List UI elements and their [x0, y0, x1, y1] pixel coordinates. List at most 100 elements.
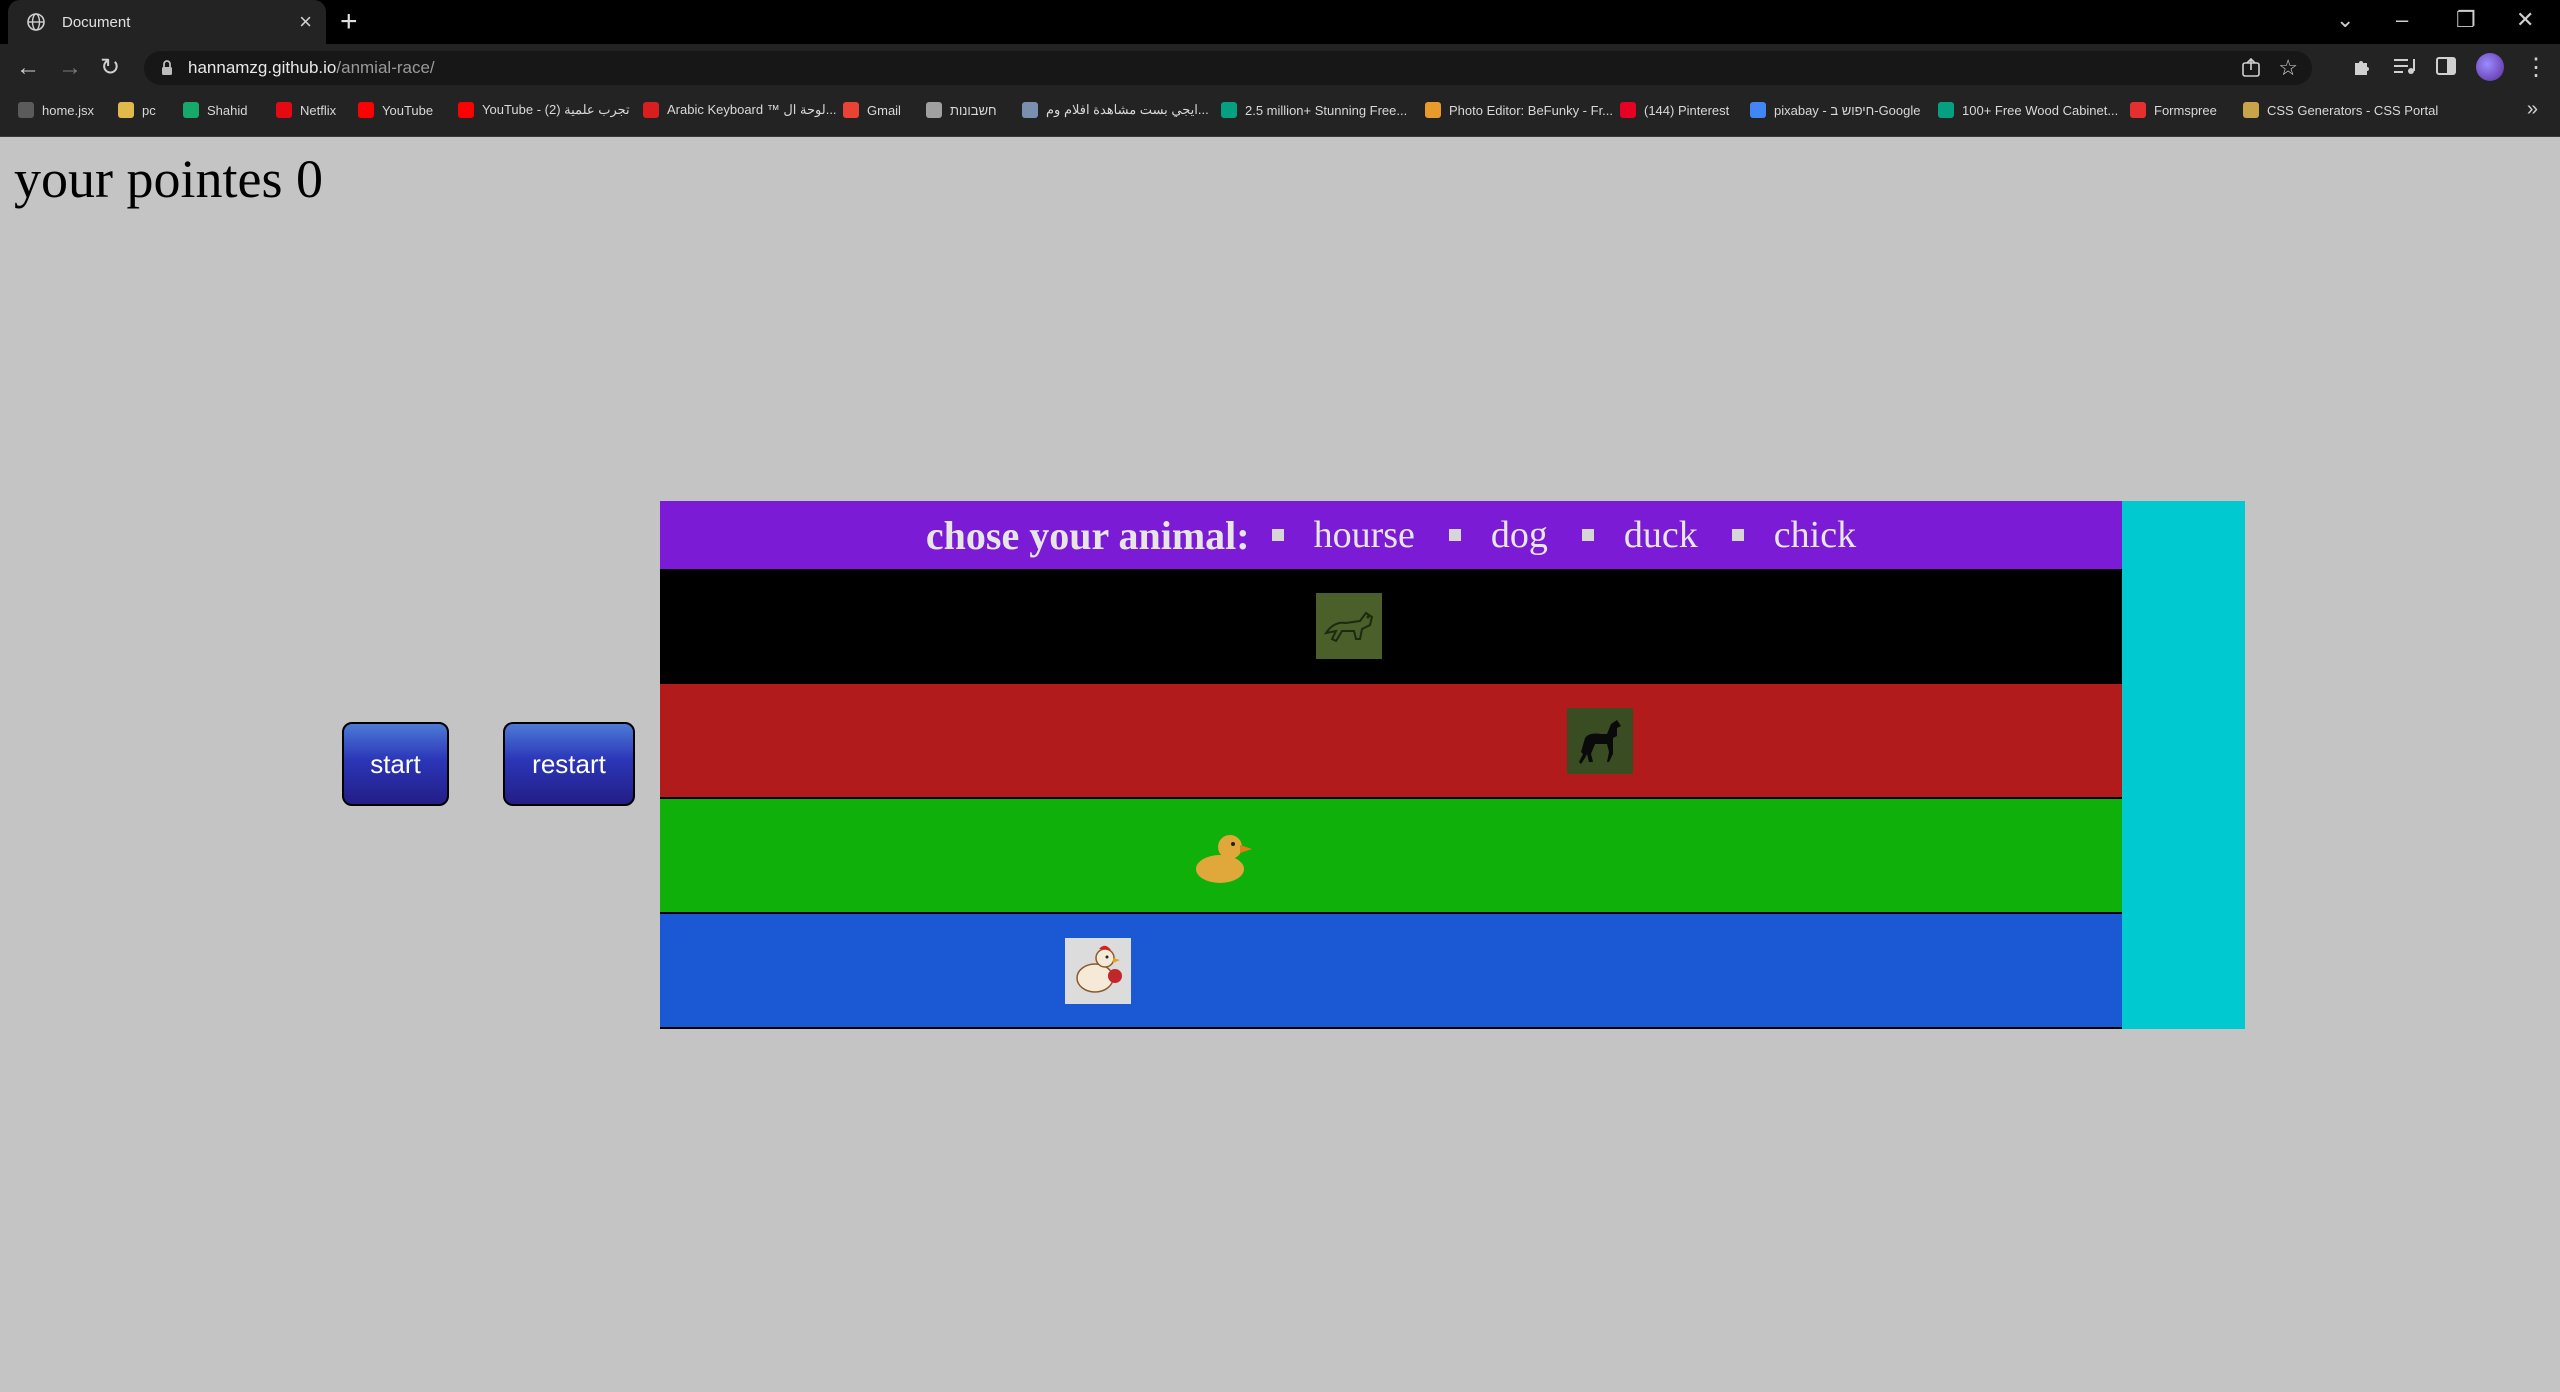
side-panel-icon[interactable]	[2434, 54, 2458, 78]
lock-icon	[162, 60, 172, 75]
bookmark-item[interactable]: CSS Generators - CSS Portal	[2243, 92, 2438, 128]
points-counter: your pointes 0	[14, 149, 323, 209]
tab-strip: Document × + ⌄ – ❐ ✕	[0, 0, 2560, 44]
share-icon[interactable]	[2240, 57, 2262, 79]
bookmark-item[interactable]: pixabay - חיפוש ב-Google	[1750, 92, 1920, 128]
bookmark-favicon-icon	[276, 102, 292, 118]
bookmark-favicon-icon	[1750, 102, 1766, 118]
minimize-button[interactable]: –	[2396, 6, 2408, 34]
chick-runner-icon	[1065, 938, 1131, 1004]
tab-document[interactable]: Document ×	[8, 0, 326, 44]
option-duck[interactable]: duck	[1581, 513, 1698, 557]
animal-chooser: chose your animal: hourse dog duck chick	[660, 501, 2122, 569]
bookmark-favicon-icon	[1022, 102, 1038, 118]
bookmark-favicon-icon	[2130, 102, 2146, 118]
bullet-icon	[1448, 529, 1461, 541]
bookmark-favicon-icon	[926, 102, 942, 118]
duck-runner-icon	[1196, 835, 1252, 883]
bookmark-item[interactable]: Formspree	[2130, 92, 2217, 128]
bookmark-label: YouTube	[382, 102, 434, 118]
start-button[interactable]: start	[342, 722, 449, 806]
bookmark-item[interactable]: pc	[118, 92, 156, 128]
bookmark-label: ايجي بست مشاهدة افلام وم...	[1046, 102, 1209, 117]
bookmark-favicon-icon	[843, 102, 859, 118]
back-button[interactable]: ←	[16, 52, 40, 84]
bookmark-item[interactable]: Arabic Keyboard ™ لوحة ال...	[643, 92, 837, 128]
bookmark-label: pixabay - חיפוש ב-Google	[1774, 102, 1921, 118]
chooser-label: chose your animal:	[925, 512, 1250, 558]
bookmark-label: Gmail	[867, 102, 901, 118]
bookmark-favicon-icon	[358, 102, 374, 118]
lane-duck	[660, 799, 2122, 914]
bookmark-label: pc	[142, 102, 156, 118]
option-hourse[interactable]: hourse	[1271, 513, 1415, 557]
bookmark-label: CSS Generators - CSS Portal	[2267, 102, 2439, 118]
tab-close-icon[interactable]: ×	[299, 11, 312, 33]
bookmark-item[interactable]: YouTube	[358, 92, 433, 128]
finish-zone	[2122, 501, 2245, 1029]
bookmark-item[interactable]: Shahid	[183, 92, 247, 128]
bookmark-item[interactable]: ايجي بست مشاهدة افلام وم...	[1022, 92, 1209, 128]
bookmark-label: Arabic Keyboard ™ لوحة ال...	[667, 102, 837, 117]
bullet-icon	[1731, 529, 1744, 541]
bookmark-label: Formspree	[2154, 102, 2217, 118]
reload-button[interactable]: ↻	[100, 52, 120, 84]
media-queue-icon[interactable]	[2392, 54, 2418, 78]
profile-avatar[interactable]	[2476, 53, 2504, 81]
bookmark-favicon-icon	[1620, 102, 1636, 118]
bookmark-item[interactable]: YouTube - تجرب علمية (2)	[458, 92, 630, 128]
bookmark-item[interactable]: Photo Editor: BeFunky - Fr...	[1425, 92, 1613, 128]
lane-hourse	[660, 684, 2122, 799]
close-window-button[interactable]: ✕	[2516, 6, 2534, 34]
option-dog[interactable]: dog	[1448, 513, 1548, 557]
bookmark-favicon-icon	[118, 102, 134, 118]
bullet-icon	[1581, 529, 1594, 541]
extensions-icon[interactable]	[2350, 54, 2374, 78]
bookmark-item[interactable]: Gmail	[843, 92, 901, 128]
bullet-icon	[1271, 529, 1284, 541]
bookmark-item[interactable]: 100+ Free Wood Cabinet...	[1938, 92, 2118, 128]
new-tab-button[interactable]: +	[340, 6, 358, 38]
bookmark-item[interactable]: (144) Pinterest	[1620, 92, 1729, 128]
forward-button[interactable]: →	[58, 52, 82, 84]
browser-toolbar: ← → ↻ hannamzg.github.io/anmial-race/ ☆ …	[0, 44, 2560, 92]
bookmark-favicon-icon	[1938, 102, 1954, 118]
bookmark-favicon-icon	[183, 102, 199, 118]
bookmark-item[interactable]: Netflix	[276, 92, 336, 128]
lane-dog	[660, 569, 2122, 684]
dog-runner-icon	[1316, 593, 1382, 659]
tab-title: Document	[62, 13, 131, 31]
option-label: duck	[1623, 514, 1698, 556]
bookmark-label: Photo Editor: BeFunky - Fr...	[1449, 102, 1614, 118]
restart-button[interactable]: restart	[503, 722, 635, 806]
address-bar[interactable]: hannamzg.github.io/anmial-race/ ☆	[144, 51, 2312, 85]
bookmark-label: YouTube - تجرب علمية (2)	[482, 102, 630, 117]
bookmark-favicon-icon	[643, 102, 659, 118]
globe-icon	[27, 13, 45, 31]
bookmark-label: Netflix	[300, 102, 337, 118]
bookmark-item[interactable]: חשבונות	[926, 92, 997, 128]
tab-search-icon[interactable]: ⌄	[2336, 6, 2354, 34]
url-host: hannamzg.github.io	[188, 58, 337, 77]
bookmarks-bar: home.jsx pc Shahid Netflix YouTube YouTube - …	[0, 92, 2560, 137]
bookmark-favicon-icon	[1425, 102, 1441, 118]
race-track: chose your animal: hourse dog duck chick	[660, 501, 2245, 1029]
bookmark-star-icon[interactable]: ☆	[2278, 53, 2298, 83]
option-label: dog	[1490, 514, 1548, 556]
lane-chick	[660, 914, 2122, 1029]
bookmark-label: home.jsx	[42, 102, 95, 118]
horse-runner-icon	[1567, 708, 1633, 774]
bookmarks-overflow-icon[interactable]: »	[2527, 98, 2538, 121]
bookmark-favicon-icon	[458, 102, 474, 118]
bookmark-label: חשבונות	[950, 102, 997, 118]
bookmark-favicon-icon	[1221, 102, 1237, 118]
menu-kebab-icon[interactable]: ⋮	[2524, 52, 2548, 84]
bookmark-item[interactable]: 2.5 million+ Stunning Free...	[1221, 92, 1407, 128]
option-chick[interactable]: chick	[1731, 513, 1856, 557]
bookmark-label: 2.5 million+ Stunning Free...	[1245, 102, 1408, 118]
bookmark-favicon-icon	[2243, 102, 2259, 118]
option-label: hourse	[1313, 514, 1415, 556]
url-text: hannamzg.github.io/anmial-race/	[188, 51, 435, 85]
bookmark-item[interactable]: home.jsx	[18, 92, 94, 128]
restore-button[interactable]: ❐	[2456, 6, 2476, 34]
